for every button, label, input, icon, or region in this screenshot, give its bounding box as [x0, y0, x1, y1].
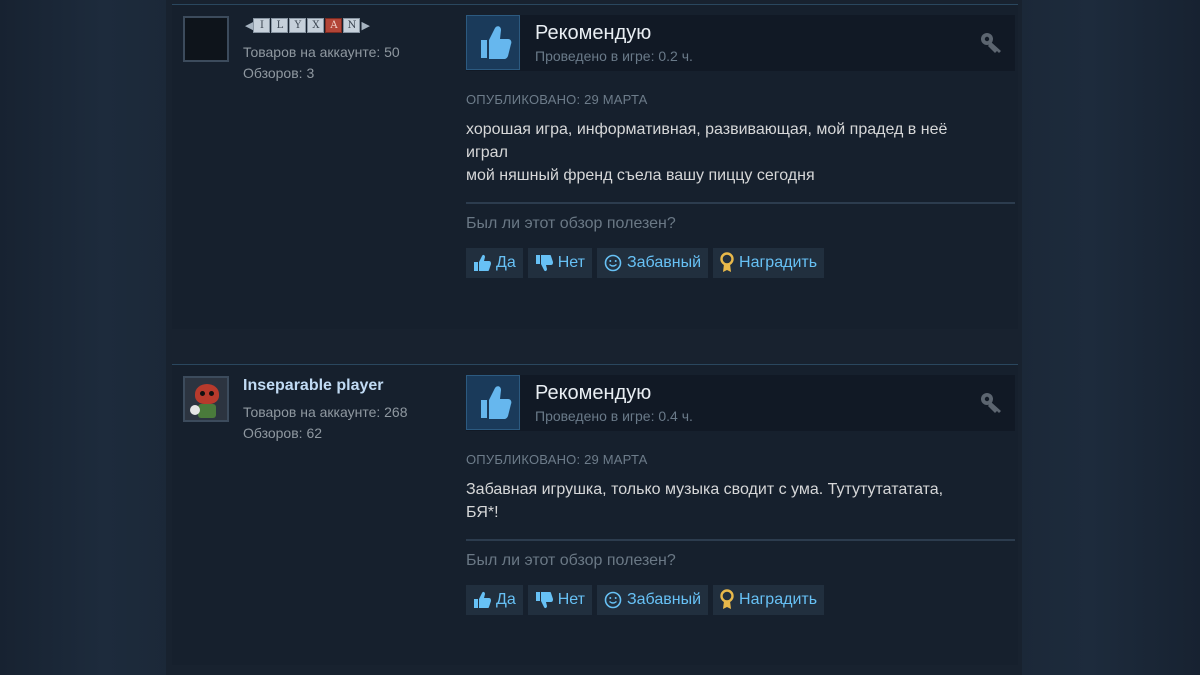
vote-header[interactable]: Рекомендую Проведено в игре: 0.4 ч. [466, 375, 1015, 431]
review-card: Inseparable player Товаров на аккаунте: … [172, 364, 1018, 665]
vote-funny-button[interactable]: Забавный [596, 585, 709, 615]
reviews-count[interactable]: Обзоров: 62 [243, 425, 322, 441]
smiley-icon [603, 590, 623, 610]
page-background-right [1017, 0, 1200, 675]
user-name-decorated[interactable]: ◀ I L Y X A N ▶ [245, 18, 370, 33]
smiley-icon [603, 253, 623, 273]
thumbs-down-icon [534, 591, 554, 609]
review-text: хорошая игра, информативная, развивающая… [466, 118, 1011, 187]
divider [466, 539, 1015, 541]
name-letter: N [343, 18, 361, 33]
vote-buttons: Да Нет Забавный Наградить [466, 585, 825, 615]
key-icon [979, 30, 1005, 61]
name-letter: L [271, 18, 289, 33]
award-label: Наградить [739, 254, 818, 271]
key-icon [979, 390, 1005, 421]
review-text-line: мой няшный френд съела вашу пиццу сегодн… [466, 167, 815, 184]
award-label: Наградить [739, 591, 818, 608]
vote-funny-label: Забавный [626, 254, 702, 271]
name-letter: Y [289, 18, 307, 33]
vote-no-label: Нет [557, 591, 585, 608]
vote-buttons: Да Нет Забавный Наградить [466, 248, 825, 278]
award-icon [719, 589, 735, 611]
user-name[interactable]: Inseparable player [243, 377, 384, 395]
left-arrow-icon: ◀ [245, 20, 254, 32]
posted-date: ОПУБЛИКОВАНО: 29 МАРТА [466, 92, 648, 107]
right-arrow-icon: ▶ [361, 20, 370, 32]
vote-funny-button[interactable]: Забавный [596, 248, 709, 278]
helpful-question: Был ли этот обзор полезен? [466, 215, 676, 232]
vote-yes-button[interactable]: Да [466, 248, 523, 278]
thumbs-up-icon [472, 254, 492, 272]
reviews-count[interactable]: Обзоров: 3 [243, 65, 314, 81]
helpful-question: Был ли этот обзор полезен? [466, 552, 676, 569]
review-card: ◀ I L Y X A N ▶ Товаров на аккаунте: 50 … [172, 4, 1018, 329]
vote-header[interactable]: Рекомендую Проведено в игре: 0.2 ч. [466, 15, 1015, 71]
vote-no-label: Нет [557, 254, 585, 271]
products-count[interactable]: Товаров на аккаунте: 268 [243, 404, 408, 420]
recommend-title[interactable]: Рекомендую [535, 22, 651, 45]
recommend-title[interactable]: Рекомендую [535, 382, 651, 405]
thumbs-up-icon [472, 591, 492, 609]
avatar[interactable] [183, 16, 229, 62]
vote-no-button[interactable]: Нет [527, 585, 592, 615]
hours-played: Проведено в игре: 0.2 ч. [535, 48, 693, 64]
vote-yes-label: Да [496, 591, 516, 608]
review-text-line: БЯ*! [466, 504, 499, 521]
review-text: Забавная игрушка, только музыка сводит с… [466, 478, 1011, 524]
posted-date: ОПУБЛИКОВАНО: 29 МАРТА [466, 452, 648, 467]
vote-funny-label: Забавный [626, 591, 702, 608]
review-text-line: хорошая игра, информативная, развивающая… [466, 121, 948, 138]
vote-yes-button[interactable]: Да [466, 585, 523, 615]
name-letter: A [325, 18, 343, 33]
name-letter: I [253, 18, 271, 33]
thumbs-up-icon [466, 375, 520, 430]
review-text-line: играл [466, 144, 508, 161]
avatar[interactable] [183, 376, 229, 422]
products-count[interactable]: Товаров на аккаунте: 50 [243, 44, 400, 60]
name-letter: X [307, 18, 325, 33]
thumbs-down-icon [534, 254, 554, 272]
review-text-line: Забавная игрушка, только музыка сводит с… [466, 481, 944, 498]
vote-yes-label: Да [496, 254, 516, 271]
hours-played: Проведено в игре: 0.4 ч. [535, 408, 693, 424]
divider [466, 202, 1015, 204]
award-icon [719, 252, 735, 274]
vote-no-button[interactable]: Нет [527, 248, 592, 278]
award-button[interactable]: Наградить [713, 585, 825, 615]
page-background-left [0, 0, 172, 675]
award-button[interactable]: Наградить [713, 248, 825, 278]
thumbs-up-icon [466, 15, 520, 70]
